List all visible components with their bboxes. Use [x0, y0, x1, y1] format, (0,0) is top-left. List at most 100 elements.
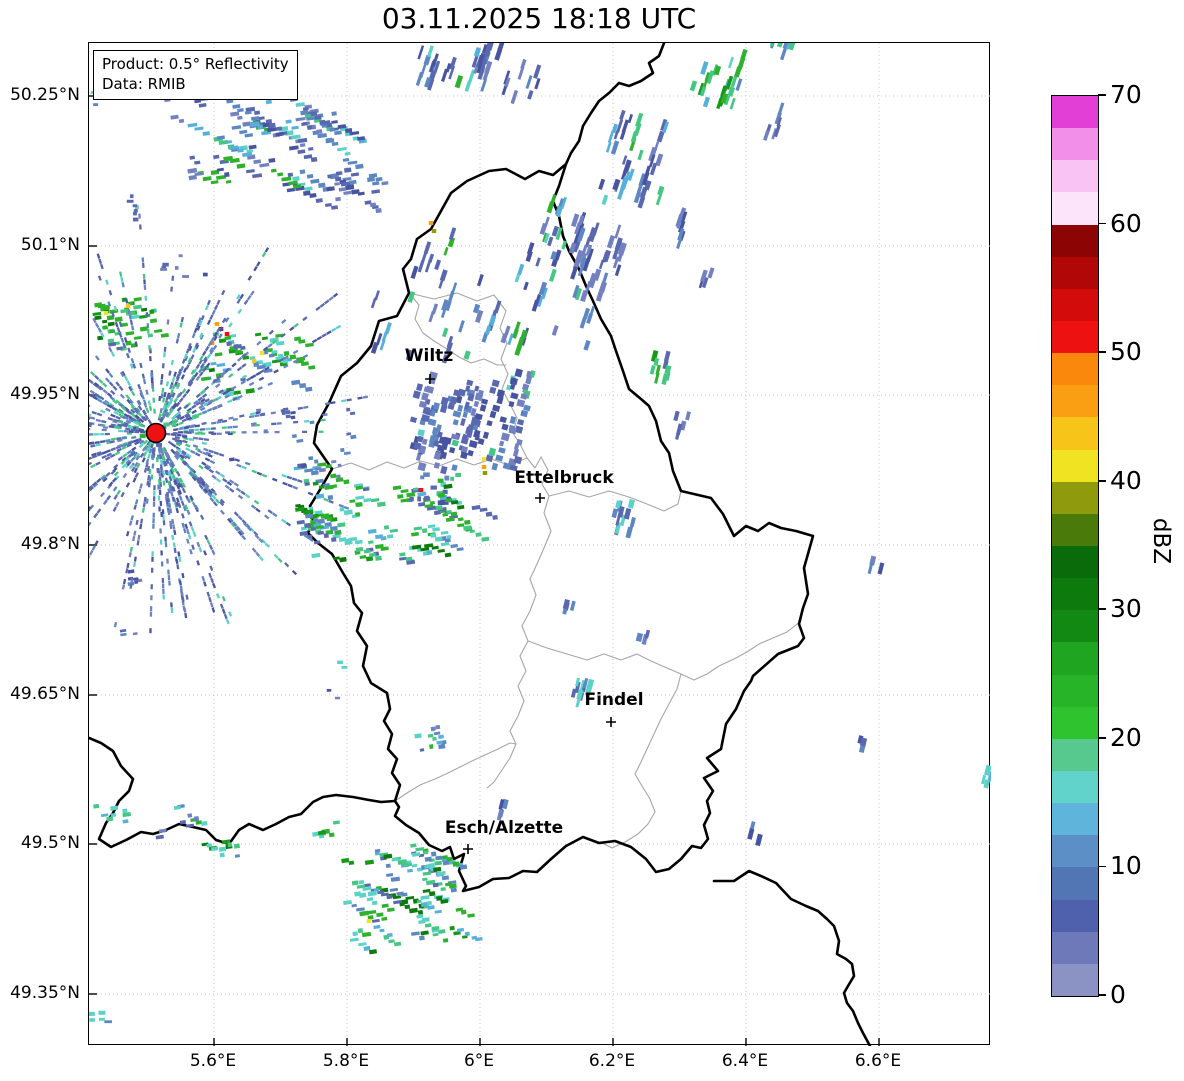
- radar-echo-cell: [198, 464, 204, 470]
- radar-echo-cell: [203, 438, 210, 441]
- radar-echo-cell: [287, 483, 293, 488]
- radar-echo-cell: [256, 261, 261, 267]
- radar-echo-cell: [450, 476, 455, 481]
- radar-echo-cell: [452, 410, 462, 418]
- radar-echo-cell: [304, 186, 313, 192]
- radar-echo-cell: [485, 511, 493, 517]
- radar-echo-cell: [228, 322, 233, 328]
- radar-echo-cell: [216, 135, 225, 140]
- radar-echo-cell: [456, 927, 465, 933]
- radar-echo-cell: [514, 368, 523, 378]
- radar-echo-cell: [201, 820, 208, 826]
- colorbar-tick-label: 10: [1110, 851, 1142, 881]
- radar-echo-cell: [213, 451, 220, 456]
- radar-echo-cell: [414, 733, 422, 739]
- radar-echo-cell: [135, 519, 139, 526]
- radar-echo-cell: [417, 45, 425, 60]
- radar-echo-cell: [444, 552, 452, 558]
- radar-echo-cell: [244, 133, 254, 138]
- radar-echo-cell: [432, 932, 439, 937]
- radar-echo-cell: [215, 477, 222, 483]
- radar-echo-cell: [98, 1017, 105, 1021]
- radar-echo-cell: [137, 383, 142, 390]
- radar-echo-cell: [219, 473, 226, 478]
- radar-echo-cell: [420, 901, 428, 908]
- radar-echo-cell: [90, 463, 96, 469]
- radar-echo-cell: [237, 115, 243, 120]
- radar-echo-cell: [267, 343, 273, 348]
- radar-echo-cell: [255, 551, 261, 558]
- radar-echo-cell: [219, 603, 224, 609]
- radar-echo-cell: [108, 381, 114, 387]
- radar-echo-cell: [196, 560, 200, 566]
- radar-echo-cell: [110, 805, 119, 811]
- radar-echo-cell: [203, 581, 207, 587]
- radar-echo-cell: [130, 194, 134, 199]
- radar-echo-cell: [255, 408, 262, 412]
- radar-echo-cell: [440, 396, 449, 406]
- radar-echo-cell: [89, 554, 91, 561]
- country-border: [306, 162, 815, 893]
- radar-echo-cell: [373, 924, 381, 930]
- radar-echo-cell: [451, 282, 458, 295]
- radar-echo-cell: [160, 333, 169, 338]
- radar-echo-cell: [132, 204, 138, 208]
- radar-echo-cell: [159, 500, 163, 507]
- radar-echo-cell: [103, 311, 109, 315]
- radar-echo-cell: [583, 340, 591, 351]
- colorbar-tickmark: [1098, 94, 1106, 96]
- country-border: [712, 869, 872, 1046]
- radar-echo-cell: [161, 387, 165, 394]
- radar-echo-cell: [299, 143, 306, 148]
- radar-echo-cell: [90, 444, 96, 448]
- radar-echo-cell: [149, 611, 153, 617]
- radar-echo-cell: [226, 98, 234, 104]
- lat-tick-label: 49.35°N: [10, 983, 80, 1003]
- radar-echo-cell: [489, 386, 497, 394]
- colorbar-segment: [1052, 866, 1098, 900]
- radar-echo-cell: [276, 422, 282, 425]
- radar-echo-cell: [125, 530, 130, 537]
- radar-echo-cell: [94, 355, 100, 361]
- radar-echo-cell: [271, 422, 277, 426]
- radar-echo-cell: [237, 108, 244, 113]
- radar-echo-cell: [474, 385, 480, 392]
- radar-echo-cell: [139, 224, 142, 230]
- radar-echo-cell: [362, 395, 369, 399]
- radar-echo-cell: [510, 89, 519, 105]
- radar-echo-cell: [420, 895, 430, 901]
- radar-echo-cell: [386, 534, 394, 539]
- radar-echo-cell: [139, 362, 143, 369]
- radar-echo-cell: [153, 408, 156, 414]
- radar-echo-cell: [133, 556, 137, 562]
- radar-echo-cell: [113, 621, 118, 628]
- radar-echo-cell: [446, 856, 453, 862]
- radar-echo-cell: [236, 463, 242, 468]
- radar-echo-cell: [201, 350, 207, 357]
- radar-echo-cell: [413, 526, 423, 531]
- radar-echo-cell: [133, 504, 137, 510]
- radar-echo-cell: [297, 406, 304, 410]
- radar-echo-cell: [89, 403, 91, 408]
- radar-echo-cell: [375, 208, 382, 214]
- radar-echo-cell: [192, 444, 199, 449]
- radar-echo-cell: [460, 418, 466, 426]
- radar-echo-cell: [440, 465, 448, 475]
- radar-echo-cell: [231, 362, 237, 368]
- radar-echo-cell: [100, 440, 106, 444]
- radar-echo-cell: [240, 490, 246, 496]
- radar-echo-cell: [206, 319, 212, 326]
- radar-echo-cell: [219, 509, 225, 515]
- colorbar-segment: [1052, 191, 1098, 225]
- radar-echo-cell: [449, 925, 455, 931]
- radar-echo-cell: [176, 471, 181, 477]
- radar-echo-cell: [358, 892, 367, 898]
- radar-echo-cell: [504, 325, 511, 336]
- radar-echo-cell: [131, 435, 137, 440]
- radar-echo-cell: [119, 271, 123, 277]
- radar-echo-cell: [159, 539, 163, 545]
- radar-echo-cell: [133, 530, 137, 536]
- radar-echo-cell: [445, 517, 455, 522]
- radar-echo-cell: [380, 536, 387, 541]
- radar-echo-cell: [328, 296, 334, 301]
